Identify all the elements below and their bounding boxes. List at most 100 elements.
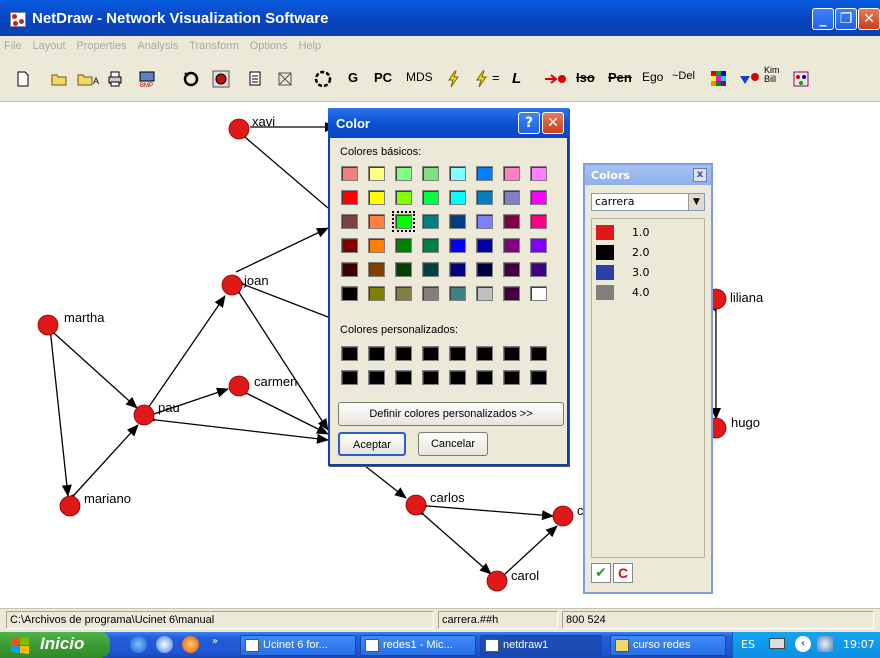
custom-color-swatch[interactable] xyxy=(476,346,493,361)
basic-color-swatch[interactable] xyxy=(530,190,547,205)
close-button[interactable]: ✕ xyxy=(858,8,880,30)
tray-back-icon[interactable]: ‹ xyxy=(795,636,811,652)
basic-color-swatch[interactable] xyxy=(530,214,547,229)
cancel-button[interactable]: Cancelar xyxy=(418,432,488,456)
media-player-icon[interactable] xyxy=(182,636,199,653)
basic-color-swatch[interactable] xyxy=(530,238,547,253)
basic-color-swatch[interactable] xyxy=(530,262,547,277)
node-carmen[interactable] xyxy=(228,375,250,397)
help-button[interactable]: ? xyxy=(518,112,540,134)
lightning-icon[interactable] xyxy=(444,70,462,88)
legend-swatch[interactable] xyxy=(596,225,614,240)
start-button[interactable]: Inicio xyxy=(0,632,110,658)
custom-color-swatch[interactable] xyxy=(368,346,385,361)
node-pau[interactable] xyxy=(133,404,155,426)
basic-color-swatch[interactable] xyxy=(449,166,466,181)
custom-color-swatch[interactable] xyxy=(530,370,547,385)
netdraw-app-icon[interactable] xyxy=(10,12,26,27)
node-carol[interactable] xyxy=(486,570,508,592)
menu-transform[interactable]: Transform xyxy=(185,36,242,52)
color-dialog-close-button[interactable]: ✕ xyxy=(542,112,564,134)
node-carlos[interactable] xyxy=(405,494,427,516)
basic-color-swatch[interactable] xyxy=(422,190,439,205)
basic-color-swatch[interactable] xyxy=(503,238,520,253)
custom-color-swatch[interactable] xyxy=(449,370,466,385)
basic-color-swatch[interactable] xyxy=(503,262,520,277)
legend-swatch[interactable] xyxy=(596,245,614,260)
shape-color-icon[interactable] xyxy=(738,70,762,88)
node-xavi[interactable] xyxy=(228,118,250,140)
group-layout-icon[interactable] xyxy=(792,70,810,88)
basic-color-swatch[interactable] xyxy=(476,190,493,205)
custom-color-swatch[interactable] xyxy=(368,370,385,385)
iso-button[interactable]: Iso xyxy=(576,70,595,90)
basic-color-swatch[interactable] xyxy=(368,190,385,205)
node-c-partial[interactable] xyxy=(552,505,574,527)
menu-file[interactable]: File xyxy=(0,36,25,52)
custom-color-swatch[interactable] xyxy=(503,370,520,385)
quicklaunch-expand-icon[interactable]: » xyxy=(212,636,218,647)
custom-color-swatch[interactable] xyxy=(422,370,439,385)
basic-color-swatch[interactable] xyxy=(503,286,520,301)
colors-panel-close-button[interactable]: x xyxy=(693,168,707,182)
node-mariano[interactable] xyxy=(59,495,81,517)
menu-properties[interactable]: Properties xyxy=(72,36,129,52)
dropdown-arrow-icon[interactable]: ▼ xyxy=(688,194,704,210)
task-word[interactable]: redes1 - Mic... xyxy=(360,635,476,656)
internet-explorer-icon[interactable] xyxy=(130,636,147,653)
node-joan[interactable] xyxy=(221,274,243,296)
color-grid-icon[interactable] xyxy=(710,70,728,88)
legend-swatch[interactable] xyxy=(596,265,614,280)
basic-color-swatch[interactable] xyxy=(422,214,439,229)
mds-button[interactable]: MDS xyxy=(406,70,433,90)
menu-analysis[interactable]: Analysis xyxy=(133,36,181,52)
outlook-icon[interactable] xyxy=(156,636,173,653)
basic-color-swatch[interactable] xyxy=(368,262,385,277)
basic-color-swatch[interactable] xyxy=(422,238,439,253)
basic-color-swatch[interactable] xyxy=(503,166,520,181)
node-martha[interactable] xyxy=(37,314,59,336)
basic-color-swatch[interactable] xyxy=(368,166,385,181)
ego-button[interactable]: Ego xyxy=(642,70,663,90)
basic-color-swatch[interactable] xyxy=(449,238,466,253)
pen-button[interactable]: Pen xyxy=(608,70,632,90)
custom-color-swatch[interactable] xyxy=(341,370,358,385)
basic-color-swatch[interactable] xyxy=(530,166,547,181)
pc-button[interactable]: PC xyxy=(374,70,392,90)
g-button[interactable]: G xyxy=(348,70,358,90)
rotate-icon[interactable] xyxy=(180,70,202,88)
basic-color-swatch[interactable] xyxy=(476,262,493,277)
l-button[interactable]: L xyxy=(512,70,521,90)
basic-color-swatch[interactable] xyxy=(476,286,493,301)
menu-layout[interactable]: Layout xyxy=(29,36,69,52)
kim-bill-button[interactable]: Kim Bill xyxy=(764,66,780,86)
basic-color-swatch[interactable] xyxy=(449,214,466,229)
task-ucinet[interactable]: Ucinet 6 for... xyxy=(240,635,356,656)
basic-color-swatch[interactable] xyxy=(503,190,520,205)
basic-color-swatch[interactable] xyxy=(341,262,358,277)
basic-color-swatch[interactable] xyxy=(422,166,439,181)
restore-button[interactable]: ❐ xyxy=(835,8,857,30)
basic-color-swatch[interactable] xyxy=(395,190,412,205)
basic-color-swatch[interactable] xyxy=(395,238,412,253)
basic-color-swatch[interactable] xyxy=(368,214,385,229)
menu-help[interactable]: Help xyxy=(294,36,324,52)
basic-color-swatch[interactable] xyxy=(341,166,358,181)
network-tray-icon[interactable] xyxy=(817,636,833,652)
arrow-node-icon[interactable] xyxy=(543,70,569,88)
minimize-button[interactable]: _ xyxy=(812,8,834,30)
basic-color-swatch[interactable] xyxy=(341,214,358,229)
new-file-icon[interactable] xyxy=(14,70,32,88)
custom-color-swatch[interactable] xyxy=(422,346,439,361)
basic-color-swatch[interactable] xyxy=(395,262,412,277)
basic-color-swatch[interactable] xyxy=(476,238,493,253)
basic-color-swatch[interactable] xyxy=(449,262,466,277)
open-folder-icon[interactable] xyxy=(50,70,68,88)
basic-color-swatch[interactable] xyxy=(503,214,520,229)
basic-color-swatch[interactable] xyxy=(422,262,439,277)
menu-options[interactable]: Options xyxy=(246,36,291,52)
legend-swatch[interactable] xyxy=(596,285,614,300)
define-custom-colors-button[interactable]: Definir colores personalizados >> xyxy=(338,402,564,426)
basic-color-swatch[interactable] xyxy=(476,214,493,229)
custom-color-swatch[interactable] xyxy=(395,346,412,361)
